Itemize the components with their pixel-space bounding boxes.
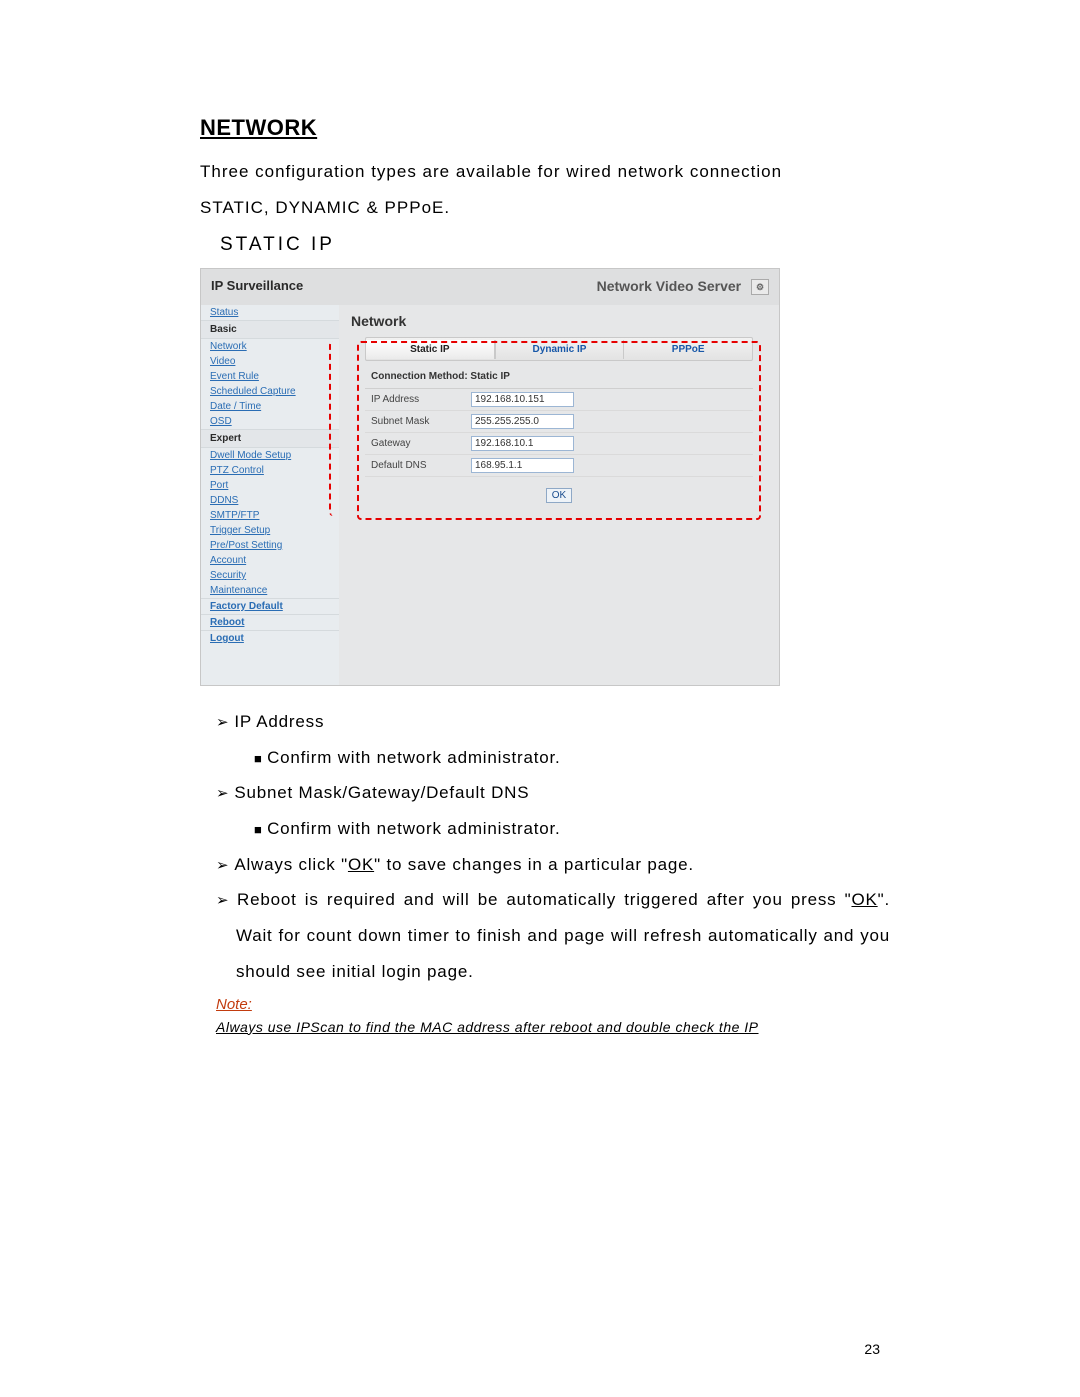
section-heading-network: NETWORK (200, 115, 890, 141)
main-heading: Network (339, 305, 779, 337)
sidebar-item-video[interactable]: Video (210, 356, 235, 367)
bullet-reboot: Reboot is required and will be automatic… (200, 882, 890, 989)
ok-text-2: OK (851, 890, 877, 909)
bullet-reboot-pre: Reboot is required and will be automatic… (237, 890, 851, 909)
subsection-heading-static-ip: STATIC IP (220, 234, 890, 256)
bullet-confirm-2: Confirm with network administrator. (200, 811, 890, 847)
sidebar-group-basic: Basic (201, 320, 339, 339)
sidebar-item-dwell-mode-setup[interactable]: Dwell Mode Setup (210, 450, 291, 461)
sidebar-item-pre-post-setting[interactable]: Pre/Post Setting (210, 540, 282, 551)
gear-icon[interactable]: ⚙ (751, 279, 769, 295)
bullet-always-click: Always click "OK" to save changes in a p… (200, 847, 890, 883)
bullet-subnet-group: Subnet Mask/Gateway/Default DNS (200, 775, 890, 811)
sidebar-item-ptz-control[interactable]: PTZ Control (210, 465, 264, 476)
doc-list: IP Address Confirm with network administ… (200, 704, 890, 990)
sidebar-item-reboot[interactable]: Reboot (210, 617, 244, 628)
bullet-ip-address: IP Address (200, 704, 890, 740)
sidebar-item-port[interactable]: Port (210, 480, 228, 491)
intro-line-1: Three configuration types are available … (200, 159, 890, 185)
sidebar-item-maintenance[interactable]: Maintenance (210, 585, 267, 596)
bullet-always-click-post: " to save changes in a particular page. (374, 855, 694, 874)
sidebar-item-event-rule[interactable]: Event Rule (210, 371, 259, 382)
page-number: 23 (864, 1341, 880, 1357)
sidebar-item-date-time[interactable]: Date / Time (210, 401, 261, 412)
ui-title-bar: Network Video Server ⚙ (339, 269, 779, 305)
ui-brand: IP Surveillance (201, 269, 339, 305)
ui-title: Network Video Server (597, 278, 741, 294)
intro-line-2: STATIC, DYNAMIC & PPPoE. (200, 195, 890, 221)
sidebar-item-osd[interactable]: OSD (210, 416, 232, 427)
sidebar-group-expert: Expert (201, 429, 339, 448)
sidebar-item-status[interactable]: Status (210, 307, 238, 318)
note-text: Always use IPScan to find the MAC addres… (216, 1019, 890, 1035)
embedded-ui: IP Surveillance Network Video Server ⚙ S… (200, 268, 780, 686)
ok-text-1: OK (348, 855, 374, 874)
highlight-dash-left (329, 341, 363, 516)
main-panel: Network Static IP Dynamic IP PPPoE Conne… (339, 305, 779, 685)
note-label: Note: (216, 996, 890, 1013)
sidebar-item-network[interactable]: Network (210, 341, 247, 352)
highlight-dash (357, 341, 761, 520)
sidebar-item-logout[interactable]: Logout (210, 633, 244, 644)
sidebar-item-smtp-ftp[interactable]: SMTP/FTP (210, 510, 259, 521)
sidebar-item-ddns[interactable]: DDNS (210, 495, 238, 506)
sidebar-item-account[interactable]: Account (210, 555, 246, 566)
sidebar-item-scheduled-capture[interactable]: Scheduled Capture (210, 386, 296, 397)
bullet-confirm-1: Confirm with network administrator. (200, 740, 890, 776)
sidebar: Status Basic Network Video Event Rule Sc… (201, 305, 339, 685)
bullet-always-click-pre: Always click " (234, 855, 348, 874)
sidebar-item-factory-default[interactable]: Factory Default (210, 601, 283, 612)
sidebar-item-trigger-setup[interactable]: Trigger Setup (210, 525, 270, 536)
sidebar-item-security[interactable]: Security (210, 570, 246, 581)
